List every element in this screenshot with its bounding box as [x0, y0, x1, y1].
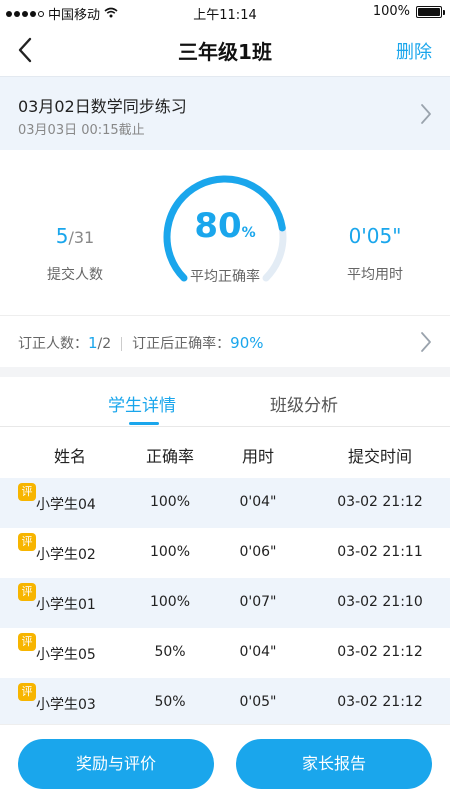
accuracy-label: 平均正确率	[190, 269, 260, 285]
correction-rate: 90%	[230, 334, 264, 352]
student-submitted: 03-02 21:11	[337, 544, 423, 560]
stat-avg-time: 0'05" 平均用时	[315, 222, 435, 284]
battery-percent: 100%	[372, 4, 410, 19]
accuracy-value: 80%	[194, 206, 256, 246]
parent-report-button[interactable]: 家长报告	[236, 739, 432, 789]
student-submitted: 03-02 21:10	[337, 594, 423, 610]
student-rate: 50%	[154, 694, 186, 710]
stat-submitted: 5/31 提交人数	[15, 222, 135, 284]
correction-row[interactable]: 订正人数：1/2 订正后正确率：90%	[0, 315, 450, 367]
table-row[interactable]: 评 小学生03 50% 0'05" 03-02 21:12	[0, 678, 450, 728]
review-badge: 评	[18, 533, 36, 551]
avg-time-value: 0'05"	[348, 224, 402, 248]
chevron-right-icon	[420, 331, 432, 353]
correction-summary: 订正人数：1/2 订正后正确率：90%	[18, 333, 264, 353]
correction-rate-label: 订正后正确率：	[132, 336, 231, 352]
student-name: 小学生05	[36, 647, 96, 663]
tab-bar: 学生详情 班级分析	[0, 377, 450, 427]
task-title: 03月02日数学同步练习	[18, 97, 187, 116]
submitted-label: 提交人数	[47, 267, 103, 283]
student-rate: 50%	[154, 644, 186, 660]
battery-icon	[416, 5, 445, 18]
student-time: 0'05"	[239, 694, 277, 710]
column-header-rate: 正确率	[145, 447, 194, 466]
student-name: 小学生01	[36, 597, 96, 613]
page-title: 三年级1班	[178, 40, 272, 64]
table-row[interactable]: 评 小学生05 50% 0'04" 03-02 21:12	[0, 628, 450, 678]
review-badge: 评	[18, 483, 36, 501]
student-time: 0'04"	[239, 644, 277, 660]
correction-count-label: 订正人数：	[18, 336, 88, 352]
student-name: 小学生03	[36, 697, 96, 713]
student-rate: 100%	[149, 544, 191, 560]
table-header: 姓名 正确率 用时 提交时间	[0, 428, 450, 478]
tab-student-details[interactable]: 学生详情	[108, 391, 176, 416]
tab-indicator	[129, 422, 159, 425]
delete-button[interactable]: 删除	[396, 38, 432, 64]
table-row[interactable]: 评 小学生02 100% 0'06" 03-02 21:11	[0, 528, 450, 578]
stats-panel: 5/31 提交人数 80% 平均正确率 0'05" 平均用时	[0, 150, 450, 315]
battery-level	[418, 7, 440, 16]
column-header-submitted: 提交时间	[347, 447, 412, 466]
column-header-time: 用时	[241, 447, 274, 466]
student-rate: 100%	[149, 494, 191, 510]
tab-class-analysis[interactable]: 班级分析	[270, 391, 338, 416]
divider	[121, 337, 123, 351]
submitted-total: /31	[68, 228, 95, 247]
student-submitted: 03-02 21:12	[337, 644, 423, 660]
section-divider	[0, 367, 450, 377]
column-header-name: 姓名	[53, 447, 86, 466]
student-name: 小学生02	[36, 547, 96, 563]
student-name: 小学生04	[36, 497, 96, 513]
correction-count: 1	[88, 334, 98, 352]
review-badge: 评	[18, 633, 36, 651]
table-row[interactable]: 评 小学生01 100% 0'07" 03-02 21:10	[0, 578, 450, 628]
student-rate: 100%	[149, 594, 191, 610]
student-time: 0'07"	[239, 594, 277, 610]
avg-time-label: 平均用时	[347, 267, 403, 283]
reward-evaluate-button[interactable]: 奖励与评价	[18, 739, 214, 789]
accuracy-gauge: 80% 平均正确率	[160, 172, 290, 302]
task-banner[interactable]: 03月02日数学同步练习 03月03日 00:15截止	[0, 76, 450, 150]
review-badge: 评	[18, 683, 36, 701]
bottom-action-bar: 奖励与评价 家长报告	[0, 724, 450, 800]
submitted-count: 5	[55, 224, 69, 248]
review-badge: 评	[18, 583, 36, 601]
task-deadline: 03月03日 00:15截止	[18, 123, 145, 138]
student-time: 0'04"	[239, 494, 277, 510]
chevron-right-icon	[420, 103, 432, 125]
student-time: 0'06"	[239, 544, 277, 560]
nav-bar: 三年级1班 删除	[0, 24, 450, 76]
correction-total: /2	[97, 336, 112, 352]
student-submitted: 03-02 21:12	[337, 694, 423, 710]
status-bar: 中国移动 上午11:14 100%	[0, 0, 450, 24]
battery-area: 100%	[372, 4, 445, 19]
student-submitted: 03-02 21:12	[337, 494, 423, 510]
table-row[interactable]: 评 小学生04 100% 0'04" 03-02 21:12	[0, 478, 450, 528]
